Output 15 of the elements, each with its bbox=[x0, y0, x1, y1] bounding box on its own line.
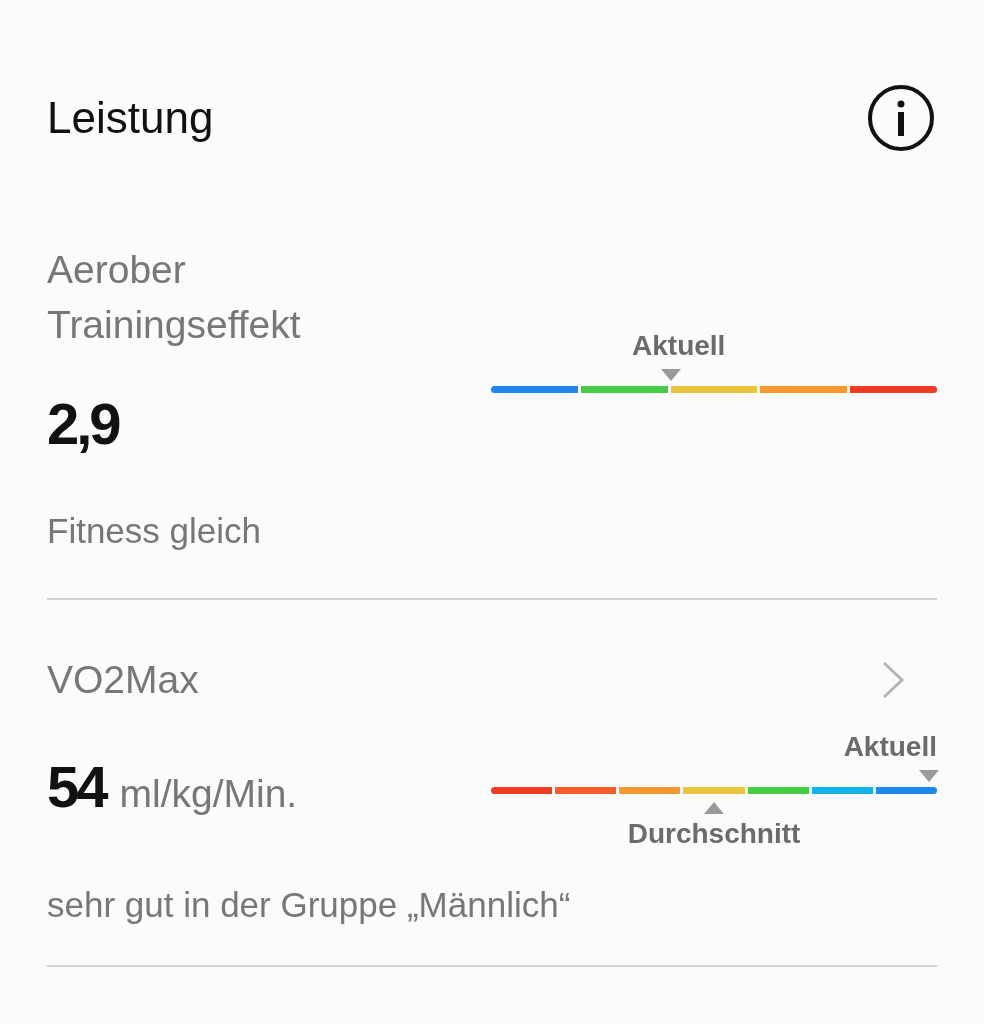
metric-unit: ml/kg/Min. bbox=[119, 772, 298, 816]
section-title: Leistung bbox=[47, 93, 214, 143]
metric-description: Fitness gleich bbox=[47, 510, 262, 552]
metric-label: VO2Max bbox=[47, 657, 200, 703]
marker-label: Aktuell bbox=[843, 730, 937, 764]
marker-label: Aktuell bbox=[632, 329, 726, 363]
metric-value: 2,9 bbox=[47, 392, 121, 456]
metric-value: 54 bbox=[47, 755, 106, 819]
marker-down-icon bbox=[660, 369, 681, 381]
marker-up-icon bbox=[704, 802, 724, 814]
info-icon[interactable] bbox=[867, 84, 935, 152]
marker-label: Durchschnitt bbox=[627, 817, 801, 851]
marker-down-icon bbox=[919, 770, 939, 782]
metric-description: sehr gut in der Gruppe „Männlich“ bbox=[47, 884, 572, 926]
metric-label: Aerober Trainingseffekt bbox=[47, 247, 302, 348]
